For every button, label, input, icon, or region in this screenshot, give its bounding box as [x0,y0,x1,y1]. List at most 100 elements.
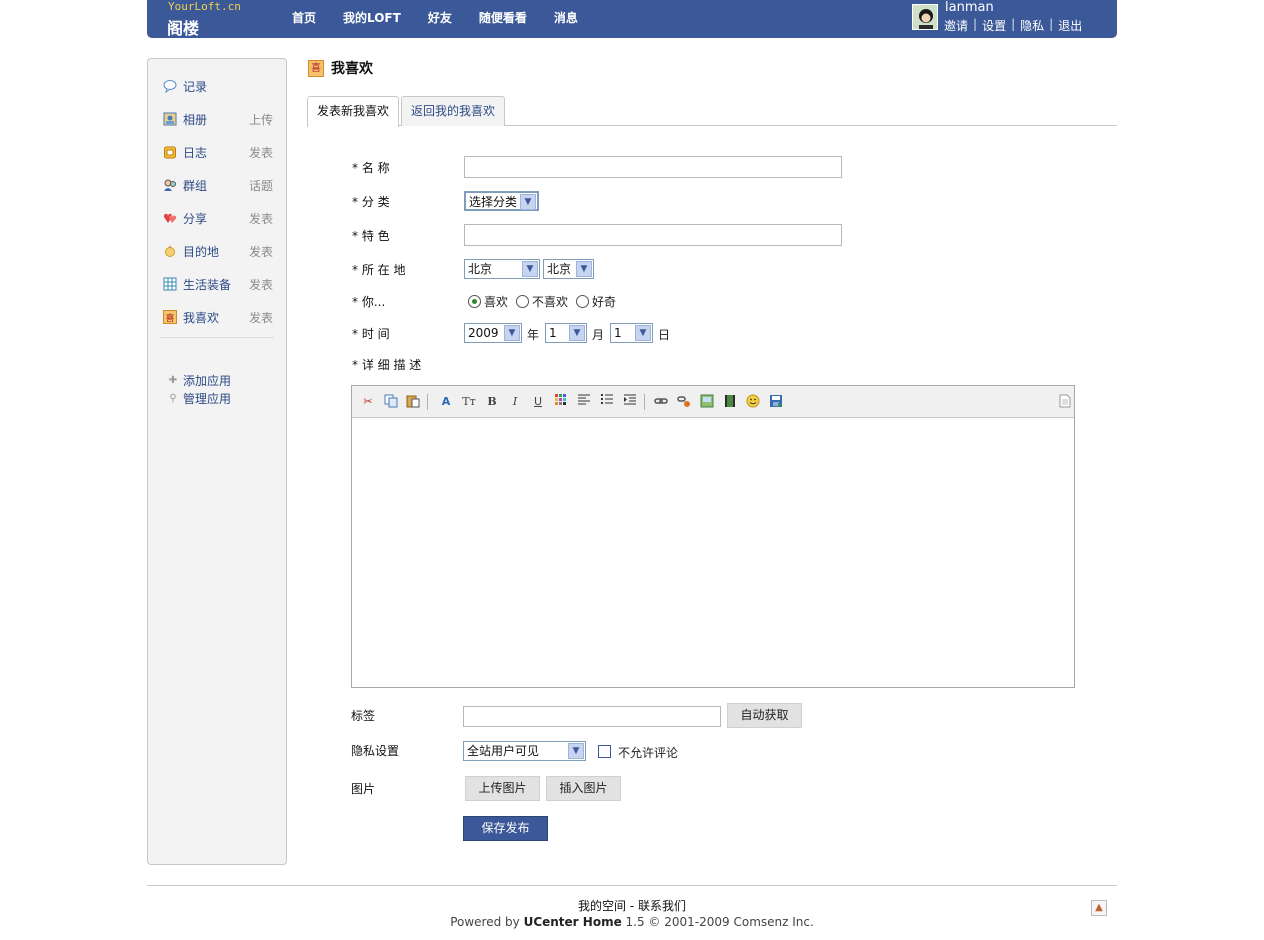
username[interactable]: lanman [945,0,994,15]
indent-icon[interactable] [622,394,638,410]
save-publish-button[interactable]: 保存发布 [463,816,548,841]
chevron-down-icon: ▼ [569,325,585,341]
back-to-top-icon[interactable]: ▲ [1091,900,1107,916]
sidebar-action-post[interactable]: 发表 [249,144,273,161]
tag-input[interactable] [463,706,721,727]
link-icon[interactable] [653,394,669,410]
category-select[interactable]: 选择分类 ▼ [464,191,539,211]
sidebar-action-post[interactable]: 发表 [249,309,273,326]
underline-icon[interactable]: U [530,394,546,410]
radio-button[interactable] [576,295,590,308]
smiley-icon[interactable] [745,394,761,410]
tab-post-new[interactable]: 发表新我喜欢 [307,96,400,127]
radio-label: 不喜欢 [532,295,569,309]
sidebar-item-blog[interactable]: 日志 发表 [163,143,275,161]
you-label: * 你... [352,295,386,309]
color-icon[interactable] [553,394,569,410]
nav-browse[interactable]: 随便看看 [479,9,527,26]
privacy-link[interactable]: 隐私 [1020,17,1044,34]
chevron-down-icon: ▼ [504,325,520,341]
nav-my-loft[interactable]: 我的LOFT [343,9,401,26]
settings-link[interactable]: 设置 [982,17,1006,34]
menu-divider: | [1049,17,1054,31]
radio-button-checked[interactable] [468,295,481,308]
sidebar-item-gear[interactable]: 生活装备 发表 [163,275,275,293]
time-label: * 时 间 [352,327,390,341]
manage-app-label: 管理应用 [183,392,232,406]
font-size-icon[interactable]: Tт [461,394,477,410]
privacy-select[interactable]: 全站用户可见 ▼ [463,741,586,761]
radio-button[interactable] [516,295,530,308]
video-icon[interactable] [722,394,738,410]
radio-curious[interactable]: 好奇 [576,293,616,310]
radio-like[interactable]: 喜欢 [468,293,508,310]
editor-content-area[interactable] [352,419,1074,687]
nav-home[interactable]: 首页 [292,9,316,26]
source-code-icon[interactable] [1057,394,1073,410]
sidebar-item-likes[interactable]: 喜 我喜欢 发表 [163,308,275,326]
group-icon [163,178,177,192]
font-icon[interactable]: A [438,394,454,410]
nav-messages[interactable]: 消息 [554,9,578,26]
copy-icon[interactable] [383,394,399,410]
image-label: 图片 [351,782,376,796]
name-label: * 名 称 [352,161,390,175]
city-select[interactable]: 北京 ▼ [543,259,594,279]
sidebar-item-records[interactable]: 记录 [163,77,275,95]
province-select[interactable]: 北京 ▼ [464,259,540,279]
toolbar-divider [427,394,428,410]
year-value: 2009 [468,326,499,340]
radio-dislike[interactable]: 不喜欢 [516,293,568,310]
insert-image-button[interactable]: 插入图片 [546,776,621,801]
unlink-icon[interactable] [676,394,692,410]
footer-links[interactable]: 我的空间 - 联系我们 [0,897,1264,914]
logout-link[interactable]: 退出 [1058,17,1082,34]
add-app-link[interactable]: ✚ 添加应用 [168,372,231,389]
list-icon[interactable] [599,394,615,410]
powered-brand[interactable]: UCenter Home [524,915,622,929]
no-comment-checkbox[interactable] [598,745,611,758]
sidebar-action-post[interactable]: 发表 [249,210,273,227]
sidebar-action-post[interactable]: 发表 [249,276,273,293]
auto-fetch-button[interactable]: 自动获取 [727,703,802,728]
sidebar-item-album[interactable]: 相册 上传 [163,110,275,128]
image-icon[interactable] [699,394,715,410]
category-value: 选择分类 [469,195,518,209]
paste-icon[interactable] [405,394,421,410]
bold-icon[interactable]: B [484,394,500,410]
logo-url[interactable]: YourLoft.cn [168,0,241,13]
sidebar-action-upload[interactable]: 上传 [249,111,273,128]
sidebar-item-destination[interactable]: 目的地 发表 [163,242,275,260]
day-select[interactable]: 1 ▼ [610,323,653,343]
nav-friends[interactable]: 好友 [428,9,452,26]
invite-link[interactable]: 邀请 [944,17,968,34]
upload-image-button[interactable]: 上传图片 [465,776,540,801]
privacy-value: 全站用户可见 [467,744,540,758]
menu-divider: | [1011,17,1016,31]
feature-label: * 特 色 [352,229,390,243]
cut-icon[interactable]: ✂ [360,394,376,410]
name-input[interactable] [464,156,842,178]
month-select[interactable]: 1 ▼ [545,323,587,343]
category-label: * 分 类 [352,195,390,209]
month-value: 1 [549,326,557,340]
italic-icon[interactable]: I [507,394,523,410]
sidebar-item-share[interactable]: 分享 发表 [163,209,275,227]
top-header: YourLoft.cn 阁楼 首页 我的LOFT 好友 随便看看 消息 lanm… [147,0,1117,38]
avatar[interactable] [912,4,938,30]
year-select[interactable]: 2009 ▼ [464,323,522,343]
save-draft-icon[interactable] [768,394,784,410]
month-unit: 月 [592,328,605,342]
sidebar-action-topic[interactable]: 话题 [249,177,273,194]
align-icon[interactable] [576,394,592,410]
tab-back-to-my-likes[interactable]: 返回我的我喜欢 [401,96,506,126]
sidebar-divider [160,337,274,338]
manage-app-link[interactable]: ⚲ 管理应用 [168,390,231,407]
feature-input[interactable] [464,224,842,246]
sidebar: 记录 相册 上传 日志 发表 群组 话题 分享 发表 目的地 发表 生活装备 发… [147,58,287,865]
logo-name[interactable]: 阁楼 [167,15,199,39]
sidebar-item-groups[interactable]: 群组 话题 [163,176,275,194]
hearts-icon [163,211,177,225]
sidebar-action-post[interactable]: 发表 [249,243,273,260]
wrench-icon: ⚲ [169,392,177,404]
